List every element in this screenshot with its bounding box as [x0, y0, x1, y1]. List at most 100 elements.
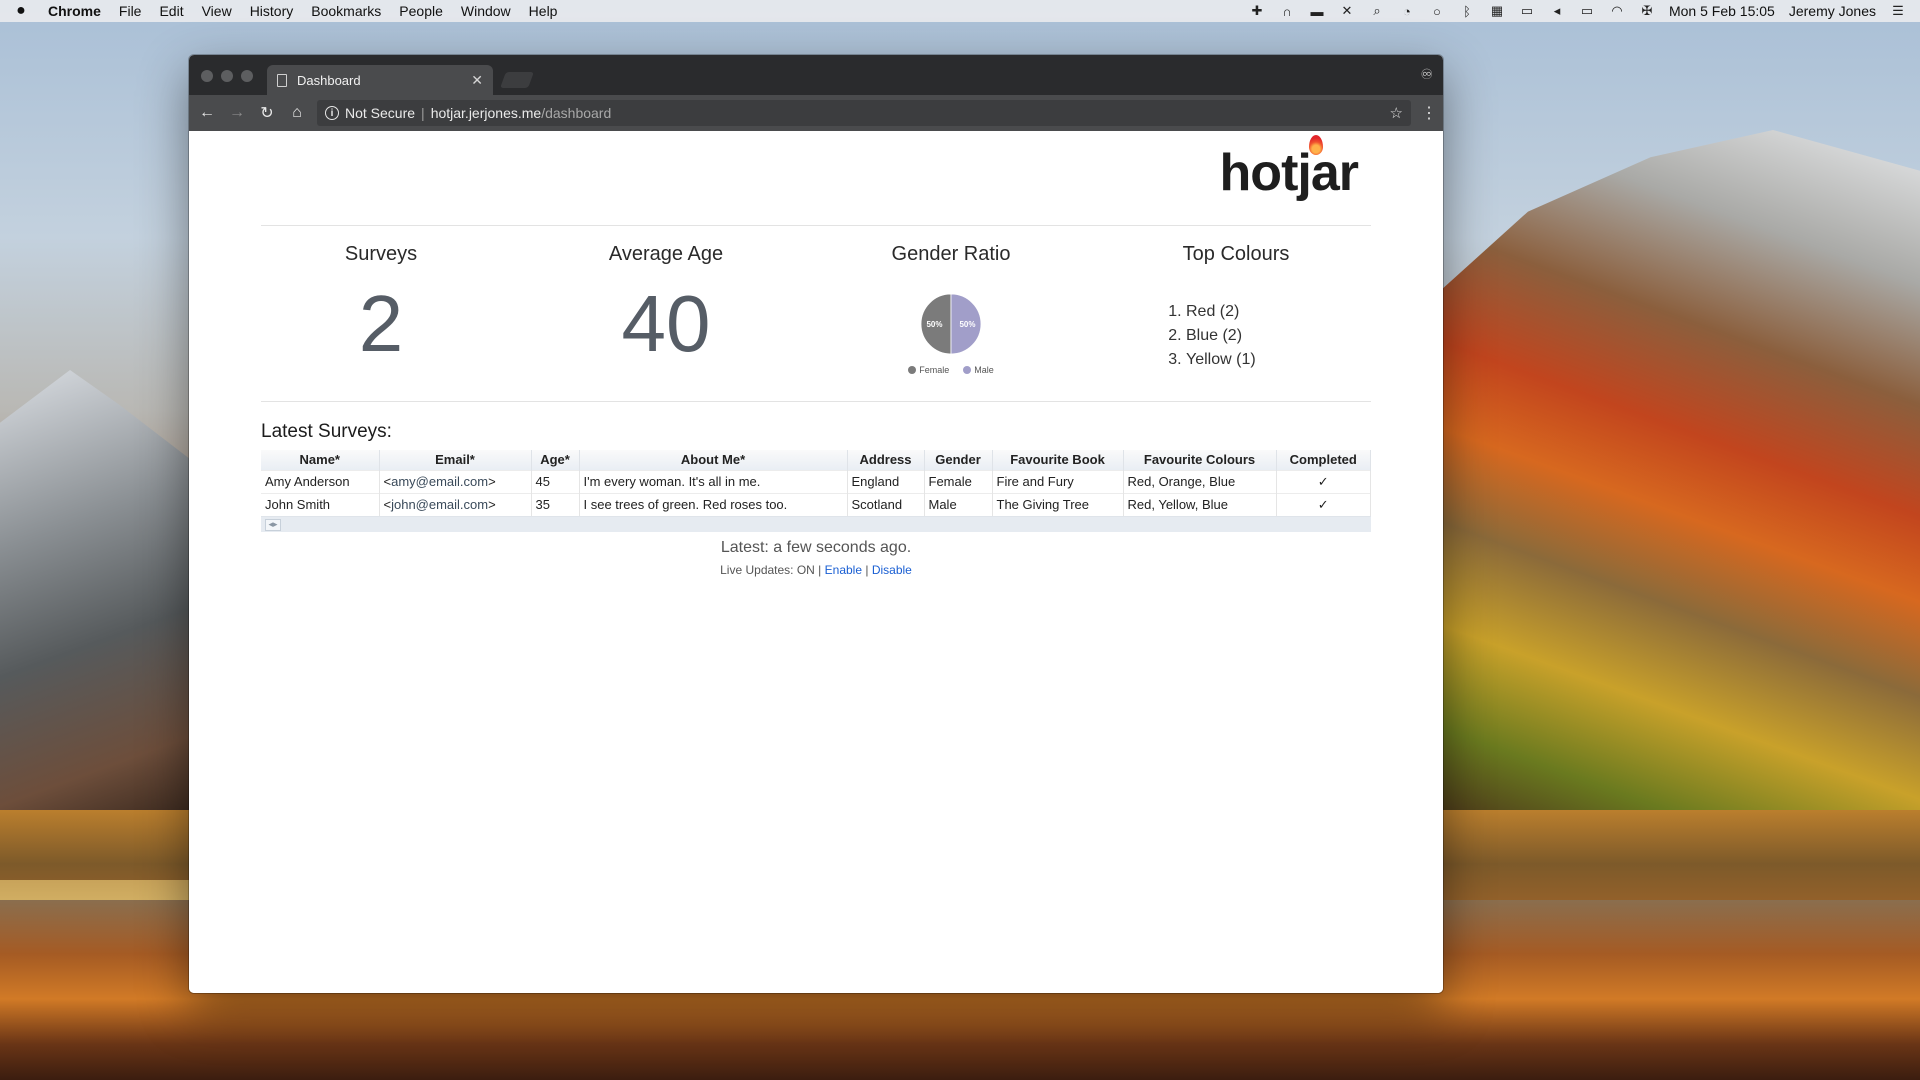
- keyboard-icon[interactable]: ▦: [1489, 3, 1505, 18]
- bookmark-star-icon[interactable]: ☆: [1390, 104, 1403, 122]
- checkmark-icon: ✓: [1276, 469, 1371, 493]
- legend-label: Male: [974, 365, 994, 375]
- medical-cross-icon[interactable]: ✚: [1249, 3, 1265, 18]
- notification-center-icon[interactable]: ☰: [1890, 3, 1906, 18]
- document-icon: [277, 73, 287, 87]
- headphones-icon[interactable]: ∩: [1279, 4, 1295, 19]
- tab-title: Dashboard: [297, 72, 361, 88]
- gender-ratio-label: Gender Ratio: [891, 243, 1011, 265]
- live-updates-bar: Live Updates: ON | Enable | Disable: [261, 563, 1371, 577]
- legend-item-female[interactable]: Female: [908, 365, 949, 375]
- desktop-wallpaper-mountain-left: [0, 370, 200, 810]
- average-age-stat: Average Age 40: [546, 243, 786, 370]
- column-header-completed[interactable]: Completed: [1276, 450, 1371, 470]
- column-header-favourite-colours[interactable]: Favourite Colours: [1123, 450, 1277, 470]
- airplay-icon[interactable]: ▭: [1519, 3, 1535, 18]
- menu-help[interactable]: Help: [529, 3, 558, 19]
- bluetooth-icon[interactable]: ᛒ: [1459, 4, 1475, 19]
- menu-bookmarks[interactable]: Bookmarks: [311, 3, 381, 19]
- cell-email: <amy@email.com>: [379, 469, 532, 493]
- gender-pie-svg: 50% 50%: [920, 293, 982, 355]
- app-menu-chrome[interactable]: Chrome: [48, 3, 101, 19]
- menu-bar-status-area: ✚ ∩ ▬ ✕ ⌕ ◔ ○ ᛒ ▦ ▭ ◂ ▭ ◠ ✠ Mon 5 Feb 15…: [1249, 3, 1906, 19]
- table-horizontal-scrollbar[interactable]: ◂▸: [261, 516, 1371, 532]
- desktop-wallpaper-field: [0, 880, 200, 920]
- top-colours-list: Red (2) Blue (2) Yellow (1): [1186, 300, 1356, 372]
- menu-edit[interactable]: Edit: [159, 3, 183, 19]
- browser-tab-strip: Dashboard ✕ ♾: [189, 55, 1443, 95]
- column-header-age[interactable]: Age*: [531, 450, 580, 470]
- new-tab-button[interactable]: [500, 72, 534, 88]
- back-arrow-icon[interactable]: ←: [197, 103, 217, 123]
- latest-surveys-heading: Latest Surveys:: [261, 421, 392, 442]
- forward-arrow-icon[interactable]: →: [227, 103, 247, 123]
- average-age-value: 40: [621, 279, 711, 368]
- browser-menu-icon[interactable]: ⋮: [1421, 103, 1437, 123]
- gender-pie-chart: 50% 50% Female Male: [891, 292, 1011, 375]
- menu-people[interactable]: People: [399, 3, 443, 19]
- browser-toolbar: ← → ↻ ⌂ i Not Secure | hotjar.jerjones.m…: [189, 95, 1443, 131]
- reload-icon[interactable]: ↻: [257, 103, 277, 123]
- tools-icon[interactable]: ✕: [1339, 3, 1355, 18]
- cell-email: <john@email.com>: [379, 492, 532, 516]
- surveys-stat: Surveys 2: [261, 243, 501, 370]
- home-icon[interactable]: ⌂: [287, 103, 307, 123]
- scroll-arrows-icon[interactable]: ◂▸: [265, 518, 281, 531]
- email-link[interactable]: amy@email.com: [391, 474, 488, 489]
- column-header-about-me[interactable]: About Me*: [579, 450, 848, 470]
- tab-dashboard[interactable]: Dashboard ✕: [267, 65, 493, 95]
- browser-window: Dashboard ✕ ♾ ← → ↻ ⌂ i Not Secure | hot…: [189, 55, 1443, 993]
- info-icon[interactable]: i: [325, 106, 339, 120]
- pie-data-label: 50%: [959, 320, 975, 329]
- disable-live-updates-link[interactable]: Disable: [872, 563, 912, 577]
- table-header-row: Name* Email* Age* About Me* Address Gend…: [261, 450, 1371, 470]
- latest-update-text: Latest: a few seconds ago.: [720, 539, 912, 556]
- cell-name: John Smith: [261, 492, 380, 516]
- dashboard-page: hotjar Surveys 2 Average Age 40 Gender R…: [189, 131, 1443, 993]
- menu-history[interactable]: History: [250, 3, 294, 19]
- window-controls: [201, 70, 253, 82]
- battery-icon[interactable]: ▭: [1579, 3, 1595, 18]
- table-row[interactable]: Amy Anderson <amy@email.com> 45 I'm ever…: [261, 469, 1371, 493]
- search-icon[interactable]: ⌕: [1369, 3, 1385, 18]
- stats-divider: [261, 401, 1371, 402]
- legend-swatch: [908, 366, 917, 374]
- menu-window[interactable]: Window: [461, 3, 511, 19]
- cell-favourite-colours: Red, Orange, Blue: [1123, 469, 1277, 493]
- cell-gender: Male: [924, 492, 993, 516]
- column-header-email[interactable]: Email*: [379, 450, 532, 470]
- cell-favourite-book: Fire and Fury: [992, 469, 1124, 493]
- column-header-address[interactable]: Address: [847, 450, 925, 470]
- column-header-gender[interactable]: Gender: [924, 450, 993, 470]
- email-link[interactable]: john@email.com: [391, 497, 488, 512]
- battery-bar-icon[interactable]: ▬: [1309, 4, 1325, 19]
- apple-menu-icon[interactable]: ●: [14, 2, 28, 20]
- table-row[interactable]: John Smith <john@email.com> 35 I see tre…: [261, 492, 1371, 516]
- menu-bar-user[interactable]: Jeremy Jones: [1789, 3, 1876, 19]
- address-bar[interactable]: i Not Secure | hotjar.jerjones.me /dashb…: [317, 100, 1411, 126]
- volume-icon[interactable]: ◂: [1549, 3, 1565, 18]
- live-updates-separator: |: [865, 563, 869, 577]
- gender-ratio-stat: Gender Ratio 50% 50% Female Male: [831, 243, 1071, 375]
- cell-about-me: I see trees of green. Red roses too.: [579, 492, 848, 516]
- url-host: hotjar.jerjones.me: [430, 105, 542, 121]
- menu-file[interactable]: File: [119, 3, 142, 19]
- time-machine-icon[interactable]: ◔: [1399, 4, 1415, 19]
- surveys-table-container: Name* Email* Age* About Me* Address Gend…: [261, 450, 1371, 532]
- security-label: Not Secure: [345, 105, 416, 121]
- column-header-favourite-book[interactable]: Favourite Book: [992, 450, 1124, 470]
- wifi-icon[interactable]: ◠: [1609, 3, 1625, 18]
- menu-bar-clock[interactable]: Mon 5 Feb 15:05: [1669, 3, 1775, 19]
- column-header-name[interactable]: Name*: [261, 450, 380, 470]
- uk-flag-icon[interactable]: ✠: [1639, 3, 1655, 18]
- legend-item-male[interactable]: Male: [963, 365, 994, 375]
- menu-view[interactable]: View: [202, 3, 232, 19]
- top-colour-item: Red (2): [1186, 300, 1356, 324]
- chat-bubble-icon[interactable]: ○: [1429, 4, 1445, 19]
- close-window-button[interactable]: [201, 70, 213, 82]
- live-updates-status: Live Updates: ON |: [720, 563, 822, 577]
- close-tab-icon[interactable]: ✕: [471, 72, 483, 89]
- zoom-window-button[interactable]: [241, 70, 253, 82]
- enable-live-updates-link[interactable]: Enable: [825, 563, 862, 577]
- minimize-window-button[interactable]: [221, 70, 233, 82]
